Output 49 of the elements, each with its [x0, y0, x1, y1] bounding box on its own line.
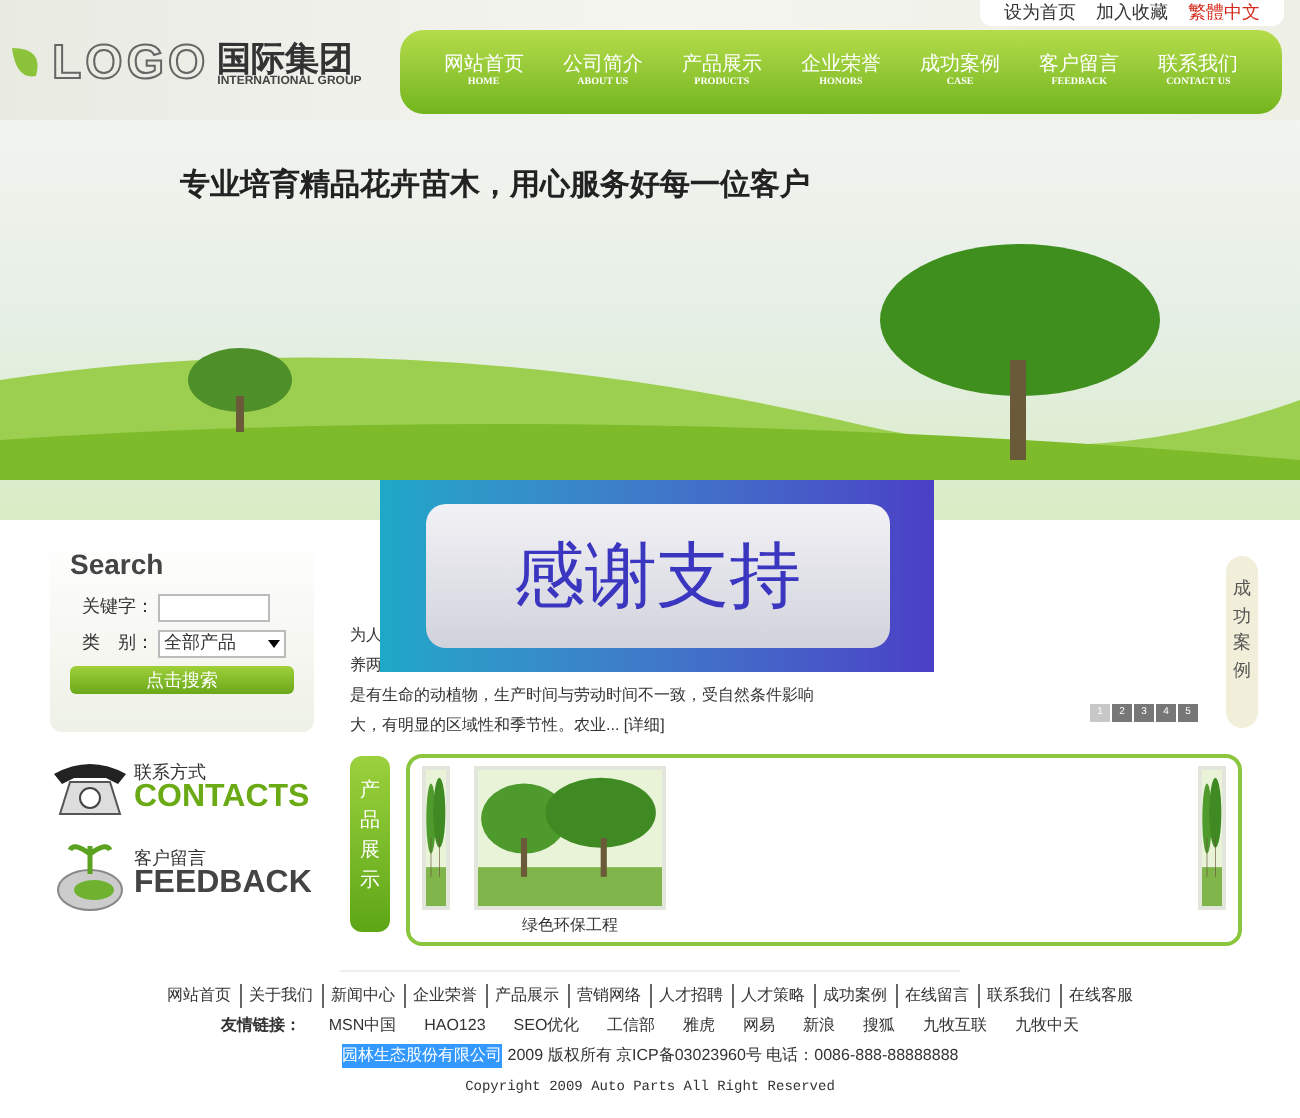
- footer-link[interactable]: 企业荣誉: [403, 984, 477, 1008]
- logo-text: LOGO: [52, 34, 210, 94]
- friend-link[interactable]: HAO123: [424, 1014, 486, 1038]
- copyright-info: 2009 版权所有 京ICP备03023960号 电话：0086-888-88888888: [507, 1044, 959, 1068]
- product-caption[interactable]: 绿色环保工程: [522, 914, 618, 938]
- product-thumbnail-drawing: [426, 770, 446, 906]
- category-label: 类 别：: [82, 630, 154, 657]
- telephone-icon: [50, 758, 130, 818]
- friend-link[interactable]: 搜狐: [863, 1014, 896, 1038]
- footer-link[interactable]: 联系我们: [977, 984, 1051, 1008]
- footer-link[interactable]: 成功案例: [813, 984, 887, 1008]
- footer-link[interactable]: 在线客服: [1059, 984, 1133, 1008]
- friend-link[interactable]: 网易: [743, 1014, 776, 1038]
- search-title: Search: [70, 546, 166, 584]
- top-link[interactable]: 繁體中文: [1188, 0, 1260, 26]
- contact-label[interactable]: FEEDBACK: [134, 867, 312, 899]
- footer-link[interactable]: 人才策略: [731, 984, 805, 1008]
- footer-link[interactable]: 人才招聘: [649, 984, 723, 1008]
- about-text: 养两: [350, 654, 384, 678]
- keyword-input-field[interactable]: [158, 594, 270, 622]
- friend-links-label: 友情链接：: [220, 1014, 301, 1038]
- friend-link[interactable]: 新浪: [803, 1014, 836, 1038]
- caret-icon: [268, 640, 280, 648]
- product-thumbnail-drawing: [1202, 770, 1222, 906]
- category-dropdown[interactable]: 全部产品: [158, 630, 286, 658]
- friend-link[interactable]: 九牧互联: [923, 1014, 988, 1038]
- footer-link[interactable]: 在线留言: [895, 984, 969, 1008]
- footer-link[interactable]: 营销网络: [567, 984, 641, 1008]
- friend-link[interactable]: 雅虎: [683, 1014, 716, 1038]
- company-name: 园林生态股份有限公司: [341, 1044, 502, 1068]
- footer-link[interactable]: 关于我们: [239, 984, 313, 1008]
- contact-title: 联系方式: [134, 763, 206, 781]
- friend-link[interactable]: MSN中国: [328, 1014, 397, 1038]
- keyword-label: 关键字：: [82, 594, 154, 621]
- slogan: 专业培育精品花卉苗木，用心服务好每一位客户: [180, 165, 810, 206]
- footer-link[interactable]: 新闻中心: [321, 984, 395, 1008]
- side-tab[interactable]: 成功案例: [1226, 556, 1258, 728]
- friend-link[interactable]: 工信部: [607, 1014, 656, 1038]
- about-text: 大，有明显的区域性和季节性。农业... [详细]: [350, 714, 667, 738]
- friend-link[interactable]: 九牧中天: [1015, 1014, 1080, 1038]
- about-text: 是有生命的动植物，生产时间与劳动时间不一致，受自然条件影响: [350, 684, 816, 708]
- thanks-text: 感谢支持: [425, 504, 889, 648]
- footer-link[interactable]: 网站首页: [167, 984, 231, 1008]
- top-link[interactable]: 设为首页: [1004, 0, 1076, 26]
- footer-link[interactable]: 产品展示: [485, 984, 559, 1008]
- contact-title: 客户留言: [134, 849, 206, 867]
- top-link[interactable]: 加入收藏: [1096, 0, 1168, 26]
- friend-link[interactable]: SEO优化: [513, 1014, 580, 1038]
- company-name: 国际集团: [217, 41, 354, 75]
